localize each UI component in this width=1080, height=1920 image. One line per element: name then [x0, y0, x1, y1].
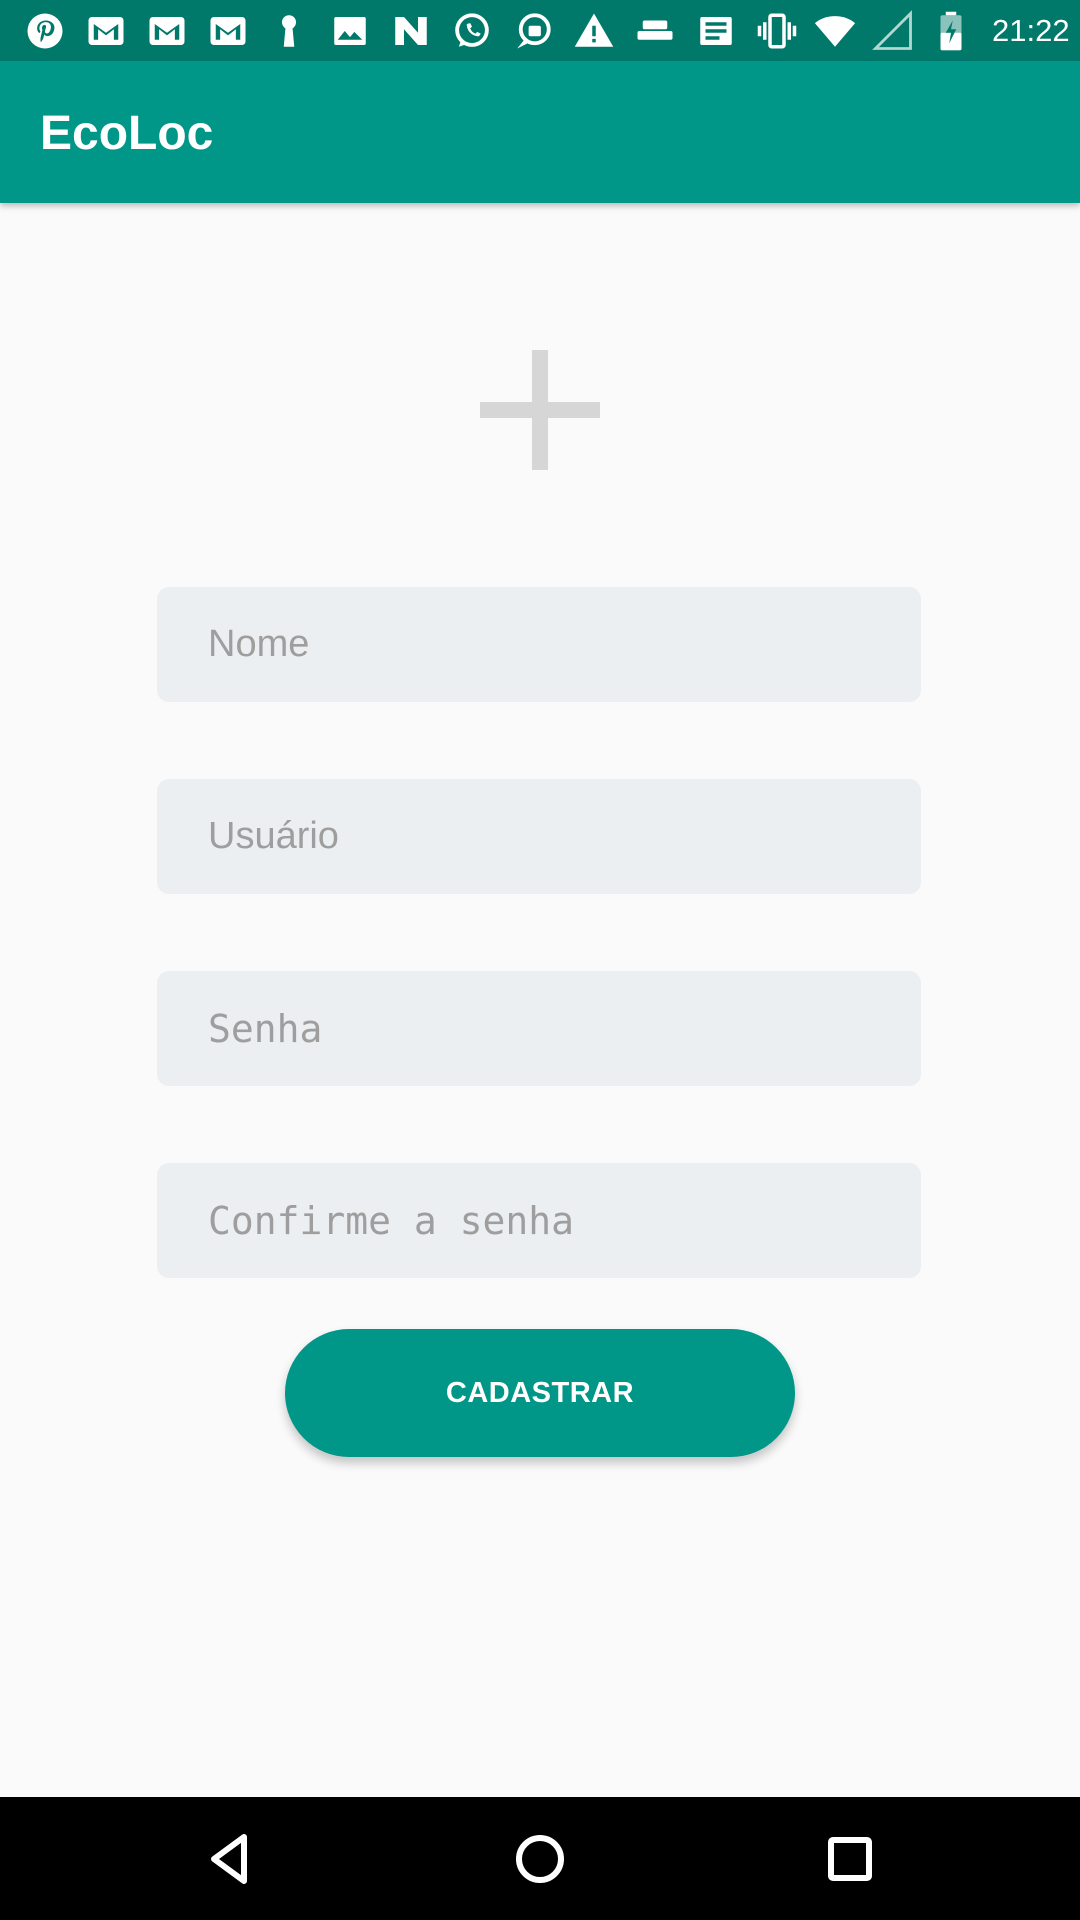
pinterest-icon: [22, 8, 68, 54]
tray-icon: [632, 8, 678, 54]
nav-bar: [0, 1797, 1080, 1920]
password-input[interactable]: [157, 971, 921, 1086]
gmail-icon: [83, 8, 129, 54]
username-input[interactable]: [157, 779, 921, 894]
chat-bag-icon: [510, 8, 556, 54]
home-button[interactable]: [500, 1819, 580, 1899]
news-icon: [693, 8, 739, 54]
vibrate-icon: [754, 8, 800, 54]
app-bar: EcoLoc: [0, 61, 1080, 203]
home-icon: [516, 1835, 564, 1883]
alert-icon: [571, 8, 617, 54]
status-bar: 21:22: [0, 0, 1080, 61]
image-icon: [327, 8, 373, 54]
signal-icon: [870, 8, 916, 54]
gmail-icon: [144, 8, 190, 54]
add-photo-button[interactable]: [476, 346, 604, 474]
confirm-password-input[interactable]: [157, 1163, 921, 1278]
back-icon: [211, 1834, 247, 1884]
app-title: EcoLoc: [40, 107, 214, 160]
recents-icon: [828, 1837, 872, 1881]
keyhole-icon: [266, 8, 312, 54]
recents-button[interactable]: [810, 1819, 890, 1899]
system-icons: [754, 8, 986, 54]
wifi-icon: [812, 8, 858, 54]
status-time: 21:22: [992, 12, 1070, 48]
battery-charging-icon: [928, 8, 974, 54]
whatsapp-icon: [449, 8, 495, 54]
plus-icon: [480, 350, 600, 470]
back-button[interactable]: [190, 1819, 270, 1899]
gmail-icon: [205, 8, 251, 54]
name-input[interactable]: [157, 587, 921, 702]
notification-icons: [22, 8, 754, 54]
cadastrar-button[interactable]: CADASTRAR: [285, 1329, 795, 1457]
n-app-icon: [388, 8, 434, 54]
